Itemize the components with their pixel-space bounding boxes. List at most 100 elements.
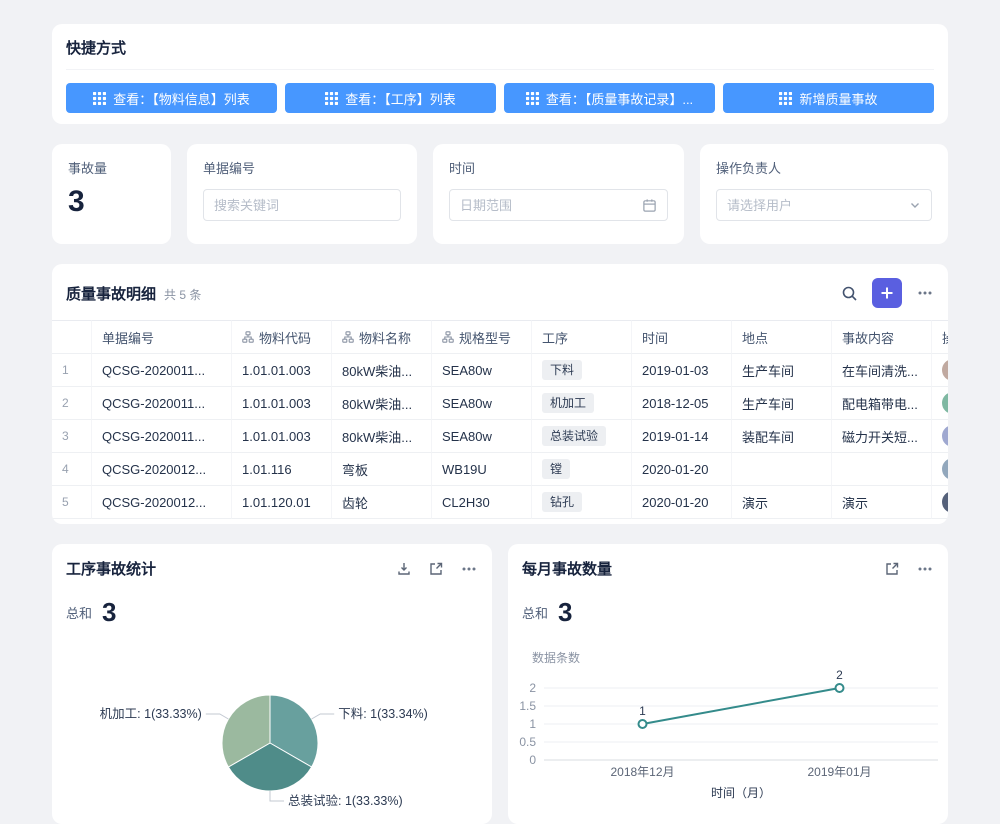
- date-range-input[interactable]: [460, 198, 636, 213]
- cell-no: 2: [52, 387, 92, 420]
- x-tick-label: 2019年01月: [807, 765, 871, 779]
- x-axis-title: 时间（月）: [711, 786, 771, 800]
- avatar: [942, 458, 948, 480]
- table-row[interactable]: 2QCSG-2020011...1.01.01.00380kW柴油...SEA8…: [52, 387, 948, 420]
- column-header-owner[interactable]: 操作负责人: [932, 320, 948, 354]
- user-select-input[interactable]: [727, 198, 903, 213]
- shortcut-button-2[interactable]: 查看：【工序】列表: [285, 83, 496, 113]
- calendar-icon: [642, 198, 657, 213]
- export-image-icon: [396, 561, 412, 577]
- search-button[interactable]: [841, 285, 858, 302]
- pie-label: 总装试验: 1(33.33%): [288, 793, 403, 808]
- data-point: [836, 684, 844, 692]
- shortcut-button-4[interactable]: 新增质量事故: [723, 83, 934, 113]
- column-header-mat_name[interactable]: 物料名称: [332, 320, 432, 354]
- column-header-label: 操作负责人: [942, 328, 948, 347]
- cell-place: 装配车间: [732, 420, 832, 453]
- pie-label-line: [312, 714, 335, 719]
- column-header-date[interactable]: 时间: [632, 320, 732, 354]
- shortcut-button-label: 查看：【质量事故记录】...: [546, 89, 693, 108]
- operator-filter-card: 操作负责人: [700, 144, 948, 244]
- incident-table-card: 质量事故明细 共 5 条: [52, 264, 948, 524]
- cell-place: 演示: [732, 486, 832, 519]
- shortcut-button-1[interactable]: 查看：【物料信息】列表: [66, 83, 277, 113]
- column-header-label: 单据编号: [102, 328, 154, 347]
- cell-date: 2019-01-03: [632, 354, 732, 387]
- table-row[interactable]: 4QCSG-2020012...1.01.116弯板WB19U镗2020-01-…: [52, 453, 948, 486]
- process-tag: 总装试验: [542, 426, 606, 446]
- table-row[interactable]: 5QCSG-2020012...1.01.120.01齿轮CL2H30钻孔202…: [52, 486, 948, 519]
- y-tick-label: 2: [529, 681, 536, 695]
- cell-place: 生产车间: [732, 354, 832, 387]
- cell-code: QCSG-2020011...: [92, 387, 232, 420]
- order-number-filter-card: 单据编号: [187, 144, 417, 244]
- table-title: 质量事故明细: [66, 283, 156, 304]
- more-icon: [916, 284, 934, 302]
- cell-mat_name: 齿轮: [332, 486, 432, 519]
- y-tick-label: 1.5: [519, 699, 536, 713]
- cell-date: 2019-01-14: [632, 420, 732, 453]
- cell-mat_code: 1.01.01.003: [232, 354, 332, 387]
- line-total-value: 3: [558, 597, 572, 627]
- column-header-label: 地点: [742, 328, 768, 347]
- cell-process: 镗: [532, 453, 632, 486]
- column-header-place[interactable]: 地点: [732, 320, 832, 354]
- linked-field-icon: [242, 331, 254, 343]
- linked-field-icon: [342, 331, 354, 343]
- cell-no: 5: [52, 486, 92, 519]
- cell-spec: WB19U: [432, 453, 532, 486]
- shortcut-button-3[interactable]: 查看：【质量事故记录】...: [504, 83, 715, 113]
- line-more-button[interactable]: [916, 560, 934, 578]
- line-total: 总和 3: [522, 597, 934, 627]
- cell-mat_name: 80kW柴油...: [332, 420, 432, 453]
- cell-spec: SEA80w: [432, 354, 532, 387]
- column-header-content[interactable]: 事故内容: [832, 320, 932, 354]
- column-header-process[interactable]: 工序: [532, 320, 632, 354]
- cell-mat_code: 1.01.120.01: [232, 486, 332, 519]
- open-pie-chart-button[interactable]: [428, 561, 444, 577]
- incident-count-value: 3: [68, 185, 155, 219]
- pie-chart-title: 工序事故统计: [66, 558, 396, 579]
- x-tick-label: 2018年12月: [610, 765, 674, 779]
- column-header-label: 物料名称: [359, 328, 411, 347]
- cell-spec: CL2H30: [432, 486, 532, 519]
- cell-process: 机加工: [532, 387, 632, 420]
- table-scroll-area[interactable]: 单据编号 物料代码 物料名称 规格型号工序时间地点 事故内容 操作负责人 1QCSG-20…: [52, 320, 948, 519]
- search-icon: [841, 285, 858, 302]
- shortcut-button-label: 查看：【工序】列表: [345, 89, 456, 108]
- shortcuts-header: 快捷方式: [66, 37, 934, 70]
- table-row[interactable]: 3QCSG-2020011...1.01.01.00380kW柴油...SEA8…: [52, 420, 948, 453]
- grid-icon: [325, 92, 338, 105]
- user-select[interactable]: [716, 189, 932, 221]
- time-filter-card: 时间: [433, 144, 684, 244]
- cell-mat_code: 1.01.116: [232, 453, 332, 486]
- cell-owner: [932, 486, 948, 519]
- column-header-label: 事故内容: [842, 328, 894, 347]
- table-header-row: 单据编号 物料代码 物料名称 规格型号工序时间地点 事故内容 操作负责人: [52, 320, 948, 354]
- column-header-no[interactable]: [52, 320, 92, 354]
- open-line-chart-button[interactable]: [884, 561, 900, 577]
- process-tag: 下料: [542, 360, 582, 380]
- table-row[interactable]: 1QCSG-2020011...1.01.01.00380kW柴油...SEA8…: [52, 354, 948, 387]
- table-more-button[interactable]: [916, 284, 934, 302]
- shortcut-button-label: 新增质量事故: [799, 89, 877, 108]
- grid-icon: [526, 92, 539, 105]
- cell-process: 总装试验: [532, 420, 632, 453]
- cell-no: 1: [52, 354, 92, 387]
- column-header-spec[interactable]: 规格型号: [432, 320, 532, 354]
- cell-spec: SEA80w: [432, 420, 532, 453]
- chevron-down-icon: [909, 199, 921, 211]
- process-pie-chart: 下料: 1(33.34%)总装试验: 1(33.33%)机加工: 1(33.33…: [52, 631, 492, 811]
- keyword-search-input[interactable]: [214, 198, 390, 213]
- pie-more-button[interactable]: [460, 560, 478, 578]
- data-point-label: 2: [836, 668, 843, 682]
- pie-label-line: [206, 714, 229, 719]
- filters-row: 事故量 3 单据编号 时间 操作负责人: [52, 144, 948, 244]
- time-label: 时间: [449, 158, 668, 177]
- add-record-button[interactable]: [872, 278, 902, 308]
- cell-date: 2018-12-05: [632, 387, 732, 420]
- export-image-button[interactable]: [396, 561, 412, 577]
- pie-card-actions: [396, 560, 478, 578]
- column-header-code[interactable]: 单据编号: [92, 320, 232, 354]
- column-header-mat_code[interactable]: 物料代码: [232, 320, 332, 354]
